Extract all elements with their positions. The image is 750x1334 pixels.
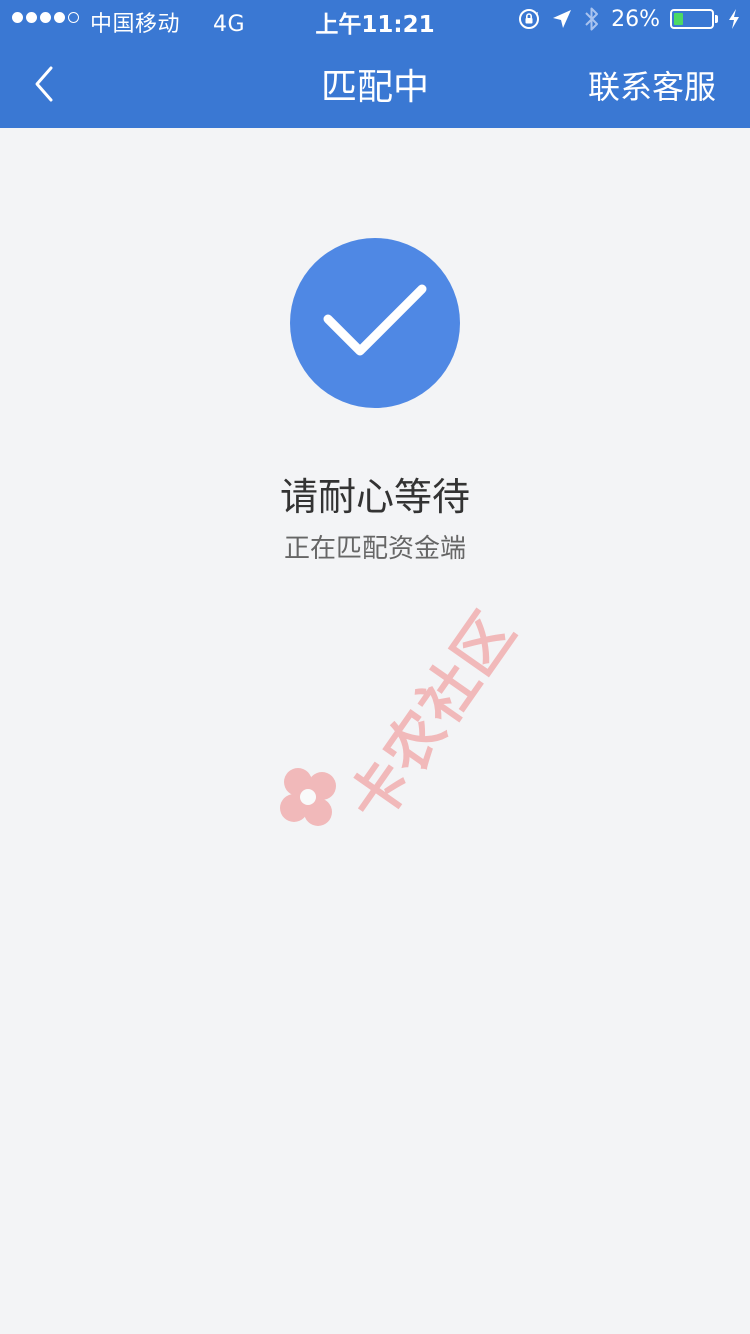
top-bar: 中国移动 4G 上午11:21 26% 匹配中 联系客服 — [0, 0, 750, 128]
battery-percent: 26% — [611, 6, 660, 32]
status-right-group: 26% — [517, 6, 740, 32]
status-bar: 中国移动 4G 上午11:21 26% — [0, 0, 750, 40]
nav-bar: 匹配中 联系客服 — [0, 40, 750, 128]
waiting-heading: 请耐心等待 — [279, 475, 470, 519]
screen: 中国移动 4G 上午11:21 26% 匹配中 联系客服 请耐心等待 正在匹配资… — [0, 0, 750, 1334]
matching-subtext: 正在匹配资金端 — [283, 534, 466, 564]
flower-logo-icon — [280, 768, 336, 826]
battery-fill — [674, 13, 684, 25]
charging-bolt-icon — [729, 9, 739, 29]
main-content: 请耐心等待 正在匹配资金端 卡农社区 — [0, 128, 750, 1334]
orientation-lock-icon — [519, 9, 540, 29]
checkmark-icon — [323, 284, 427, 356]
location-arrow-icon — [553, 10, 572, 28]
success-status-circle — [290, 238, 460, 408]
watermark: 卡农社区 — [270, 599, 529, 848]
contact-support-button[interactable]: 联系客服 — [588, 62, 716, 108]
watermark-text: 卡农社区 — [335, 598, 530, 835]
battery-icon — [670, 9, 718, 29]
bluetooth-icon — [585, 7, 599, 31]
